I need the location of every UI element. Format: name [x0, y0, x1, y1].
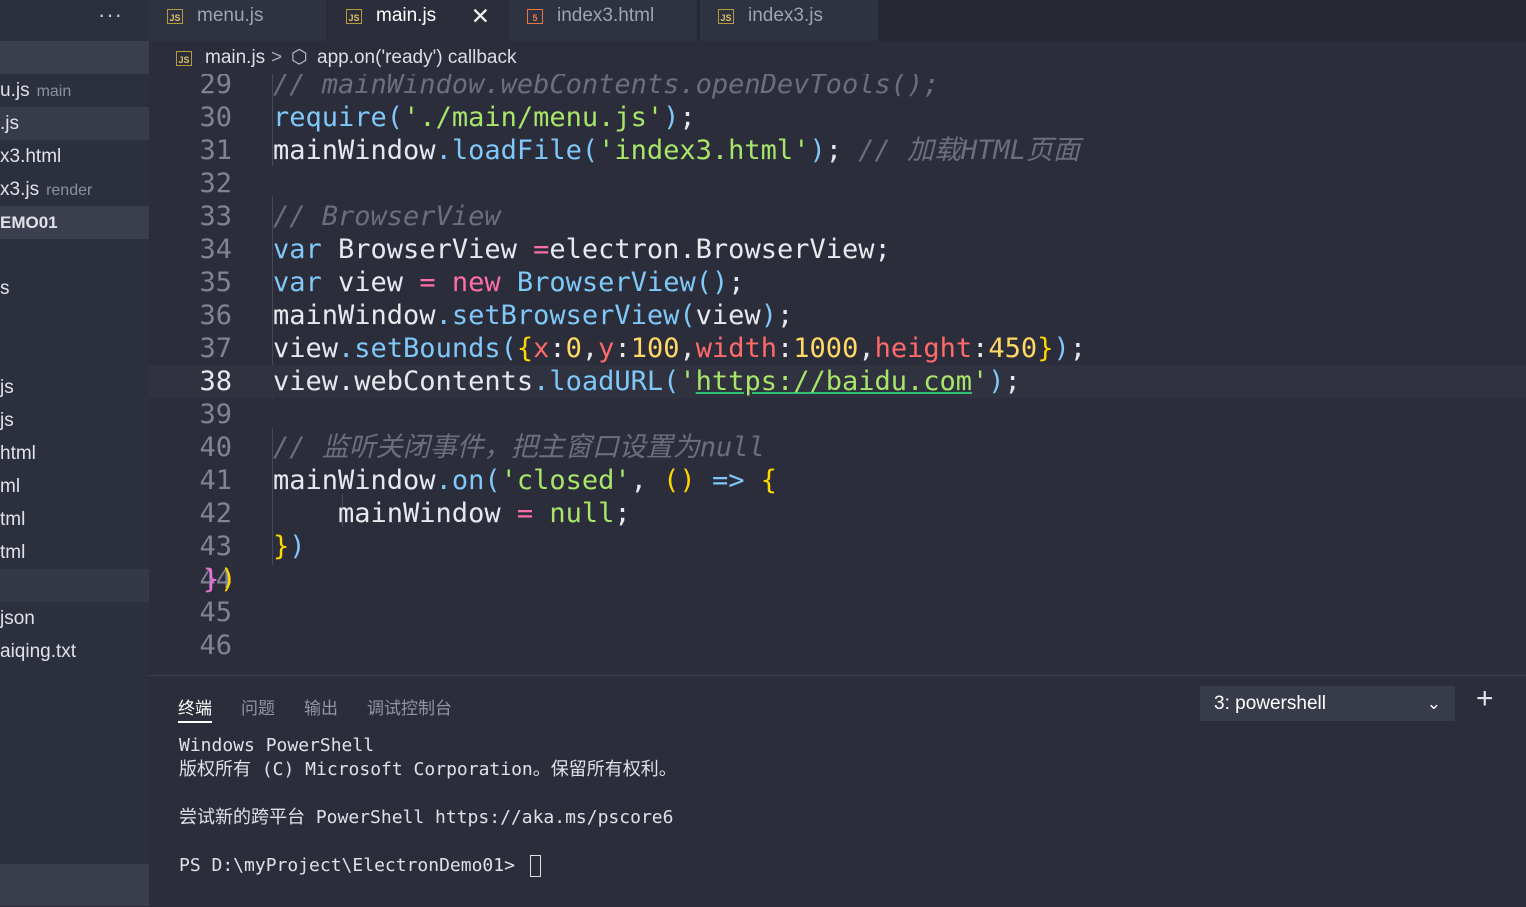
code-line: 35 var view = new BrowserView(); [199, 267, 745, 298]
tab-label: index3.js [748, 5, 823, 26]
add-terminal-icon[interactable]: + [1476, 684, 1494, 714]
chevron-right-icon: > [271, 47, 283, 68]
terminal-panel: 终端 问题 输出 调试控制台 3: powershell ⌄ + Windows… [149, 675, 1526, 907]
code-line: 39 [199, 399, 232, 430]
code-editor[interactable]: 29// mainWindow.webContents.openDevTools… [149, 74, 1526, 675]
sidebar-item-folder[interactable]: s [0, 272, 149, 305]
sidebar-outline-section[interactable] [0, 864, 149, 906]
code-line: 45 [199, 597, 232, 628]
sidebar-item-folder[interactable] [0, 305, 149, 338]
code-line: 29// mainWindow.webContents.openDevTools… [199, 74, 940, 100]
code-line: 36 mainWindow.setBrowserView(view); [199, 300, 794, 331]
js-file-icon: JS [346, 9, 362, 24]
sidebar-section-project[interactable]: EMO01 [0, 206, 149, 239]
tab-label: main.js [376, 5, 437, 26]
code-line: 40// 监听关闭事件，把主窗口设置为null [199, 432, 765, 463]
code-line: 44}) [199, 564, 237, 595]
code-line: 33// BrowserView [199, 201, 501, 232]
tab-terminal[interactable]: 终端 [178, 694, 212, 719]
sidebar-item-file[interactable]: aiqing.txt [0, 635, 149, 668]
terminal-select-value: 3: powershell [1214, 693, 1326, 714]
sidebar-header: ··· [0, 0, 149, 41]
code-line: 37 view.setBounds({x:0,y:100,width:1000,h… [199, 333, 1086, 364]
tab-index3-html[interactable]: 5 index3.html [509, 0, 697, 41]
sidebar-item-file[interactable]: html [0, 437, 149, 470]
sidebar-section-open-editors[interactable] [0, 41, 149, 74]
html5-file-icon: 5 [527, 9, 543, 24]
code-line: 31 mainWindow.loadFile('index3.html'); //… [199, 135, 1081, 166]
sidebar-item-folder[interactable] [0, 569, 149, 602]
code-line: 43}) [199, 531, 306, 562]
terminal-line: Windows PowerShell [179, 735, 375, 756]
sidebar-item-file[interactable]: tml [0, 503, 149, 536]
sidebar-item-file[interactable]: json [0, 602, 149, 635]
terminal-output[interactable]: Windows PowerShell 版权所有 (C) Microsoft Co… [179, 734, 677, 878]
sidebar-item-file[interactable]: .js [0, 107, 149, 140]
more-actions-icon[interactable]: ··· [98, 2, 123, 28]
code-line: 41 mainWindow.on('closed', () => { [199, 465, 777, 496]
js-file-icon: JS [718, 9, 734, 24]
code-line: 32 [199, 168, 232, 199]
sidebar-item-file[interactable]: x3.js render [0, 173, 149, 206]
editor-tab-bar: JS menu.js JS main.js ✕ 5 index3.html JS… [149, 0, 1526, 41]
sidebar-item-file[interactable]: ml [0, 470, 149, 503]
explorer-sidebar: ··· u.js main .js x3.html x3.js render EMO… [0, 0, 149, 906]
code-line: 46 [199, 630, 232, 661]
tab-index3-js[interactable]: JS index3.js [700, 0, 878, 41]
symbol-method-icon: ⬡ [291, 47, 308, 68]
tab-output[interactable]: 输出 [304, 694, 338, 719]
terminal-line: 尝试新的跨平台 PowerShell https://aka.ms/pscore… [179, 807, 674, 828]
terminal-cursor [529, 855, 541, 877]
sidebar-item-file[interactable]: js [0, 371, 149, 404]
tab-main-js[interactable]: JS main.js ✕ [328, 0, 508, 41]
code-line: 42 mainWindow = null; [199, 498, 631, 529]
tab-label: index3.html [557, 5, 655, 26]
tab-debug-console[interactable]: 调试控制台 [367, 694, 452, 719]
breadcrumb-symbol[interactable]: app.on('ready') callback [317, 41, 516, 74]
breadcrumb: JS main.js > ⬡ app.on('ready') callback [149, 41, 1526, 75]
code-line-current: 38 view.webContents.loadURL('https://baid… [149, 365, 1526, 398]
active-tab-indicator [178, 721, 212, 723]
chevron-down-icon: ⌄ [1426, 694, 1441, 713]
sidebar-item-file[interactable]: tml [0, 536, 149, 569]
sidebar-item-file[interactable]: js [0, 404, 149, 437]
sidebar-item-folder[interactable] [0, 239, 149, 272]
js-file-icon: JS [176, 51, 192, 66]
code-line: 34 var BrowserView =electron.BrowserView; [199, 234, 891, 265]
terminal-prompt-line: PS D:\myProject\ElectronDemo01> [179, 854, 677, 878]
sidebar-item-file[interactable]: x3.html [0, 140, 149, 173]
code-line: 30 require('./main/menu.js'); [199, 102, 696, 133]
js-file-icon: JS [167, 9, 183, 24]
terminal-select[interactable]: 3: powershell ⌄ [1200, 686, 1455, 721]
tab-problems[interactable]: 问题 [241, 694, 275, 719]
close-icon[interactable]: ✕ [471, 0, 490, 32]
terminal-line: 版权所有 (C) Microsoft Corporation。保留所有权利。 [179, 759, 677, 780]
breadcrumb-file[interactable]: main.js [205, 41, 265, 74]
terminal-prompt: PS D:\myProject\ElectronDemo01> [179, 855, 526, 876]
tab-label: menu.js [197, 5, 264, 26]
tab-menu-js[interactable]: JS menu.js [149, 0, 327, 41]
sidebar-item-file[interactable]: u.js main [0, 74, 149, 107]
